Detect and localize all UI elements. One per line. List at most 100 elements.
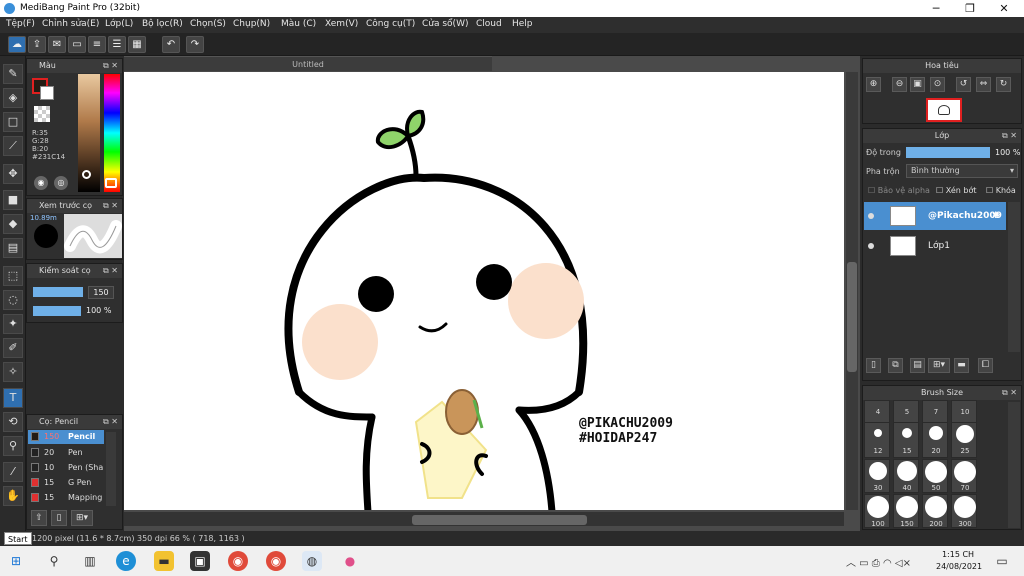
- clipping-checkbox[interactable]: ☐ Xén bớt: [936, 186, 976, 195]
- brush-size-cell[interactable]: 12: [864, 422, 890, 458]
- rotate-left-icon[interactable]: ↺: [956, 77, 971, 92]
- palette-add-icon[interactable]: ◎: [54, 176, 68, 190]
- gear-icon[interactable]: ✱: [992, 202, 1000, 230]
- menu-filter[interactable]: Bộ lọc(R): [142, 19, 183, 29]
- brush-add-icon[interactable]: ⇧: [31, 510, 47, 526]
- brush-size-cell[interactable]: 50: [922, 459, 948, 493]
- layer-list-scrollbar[interactable]: [1008, 202, 1020, 352]
- menu-help[interactable]: Help: [512, 19, 533, 29]
- paint-drop-icon[interactable]: ●: [340, 551, 360, 571]
- eye-icon[interactable]: [868, 213, 874, 219]
- hue-slider[interactable]: [104, 74, 120, 192]
- lock-checkbox[interactable]: ☐ Khóa: [986, 186, 1016, 195]
- brush-item-pen-shading[interactable]: 10 Pen (Sha: [28, 461, 104, 475]
- layer-opacity-slider[interactable]: [906, 147, 990, 158]
- brush-item-pencil[interactable]: 150 Pencil: [28, 430, 104, 444]
- new-layer-icon[interactable]: ▯: [866, 358, 881, 373]
- close-button[interactable]: ✕: [982, 0, 1024, 17]
- layer-row-pikachu2009[interactable]: @Pikachu2009 ✱: [864, 202, 1006, 230]
- brush-size-cell[interactable]: 40: [893, 459, 919, 493]
- brush-menu-icon[interactable]: ⊞▾: [71, 510, 93, 526]
- brush-tool-icon[interactable]: ✎: [3, 64, 23, 84]
- navigator-thumbnail[interactable]: [926, 98, 962, 122]
- task-view-icon[interactable]: ▥: [80, 551, 100, 571]
- blend-mode-select[interactable]: Bình thường ▾: [906, 164, 1018, 178]
- search-icon[interactable]: ⚲: [44, 551, 64, 571]
- brush-size-cell[interactable]: 25: [951, 422, 977, 458]
- brush-size-cell[interactable]: 70: [951, 459, 977, 493]
- page-icon[interactable]: ≡: [88, 36, 106, 53]
- lasso-tool-icon[interactable]: ◌: [3, 290, 23, 310]
- system-tray-icons[interactable]: ︿ ▭ ⎙ ◠ ◁×: [846, 554, 911, 569]
- grid-icon[interactable]: ▦: [128, 36, 146, 53]
- brush-new-icon[interactable]: ▯: [51, 510, 67, 526]
- panel-controls-icon[interactable]: ⧉ ✕: [103, 199, 118, 213]
- background-color-swatch[interactable]: [40, 86, 54, 100]
- hue-handle[interactable]: [105, 178, 117, 188]
- line-tool-icon[interactable]: ⟋: [3, 136, 23, 156]
- panel-controls-icon[interactable]: ⧉ ✕: [1002, 386, 1017, 400]
- windows-start-icon[interactable]: ⊞: [6, 551, 26, 571]
- chat-icon[interactable]: ▭: [68, 36, 86, 53]
- brush-size-cell[interactable]: 15: [893, 422, 919, 458]
- file-explorer-icon[interactable]: ▬: [154, 551, 174, 571]
- edge-browser-icon[interactable]: e: [116, 551, 136, 571]
- fill-rect-tool-icon[interactable]: ■: [3, 190, 23, 210]
- menu-window[interactable]: Cửa sổ(W): [422, 19, 468, 29]
- fit-icon[interactable]: ▣: [910, 77, 925, 92]
- brush-item-pen[interactable]: 20 Pen: [28, 446, 104, 460]
- brush-size-value[interactable]: 150: [88, 286, 114, 299]
- brush-size-cell[interactable]: 150: [893, 494, 919, 528]
- comment-icon[interactable]: ✉: [48, 36, 66, 53]
- canvas-vertical-scroll-thumb[interactable]: [847, 262, 857, 372]
- eraser-tool-icon[interactable]: ◈: [3, 88, 23, 108]
- menu-file[interactable]: Tệp(F): [6, 19, 35, 29]
- brush-size-cell[interactable]: 200: [922, 494, 948, 528]
- zoom-out-icon[interactable]: ⊖: [892, 77, 907, 92]
- clock[interactable]: 1:15 CH 24/08/2021: [936, 549, 982, 573]
- document-tab[interactable]: Untitled: [124, 56, 492, 71]
- brush-opacity-slider[interactable]: [33, 306, 81, 316]
- zoom-reset-icon[interactable]: ⊙: [930, 77, 945, 92]
- menu-color[interactable]: Màu (C): [281, 19, 316, 29]
- brush-list-scrollbar[interactable]: [106, 432, 116, 506]
- rotate-right-icon[interactable]: ↻: [996, 77, 1011, 92]
- brush-size-slider[interactable]: [33, 287, 83, 297]
- menu-select[interactable]: Chọn(S): [190, 19, 226, 29]
- transparent-color-swatch[interactable]: [34, 106, 50, 122]
- panel-controls-icon[interactable]: ⧉ ✕: [103, 264, 118, 278]
- chrome-profile-icon[interactable]: ◉: [266, 551, 286, 571]
- bucket-tool-icon[interactable]: ◆: [3, 214, 23, 234]
- panel-controls-icon[interactable]: ⧉ ✕: [103, 415, 118, 429]
- eyedropper-tool-icon[interactable]: ⚲: [3, 436, 23, 456]
- drawing-canvas[interactable]: @PIKACHU2009 #HOIDAP247: [124, 72, 844, 510]
- eye-icon[interactable]: [868, 243, 874, 249]
- brush-size-cell[interactable]: 100: [864, 494, 890, 528]
- folder-icon[interactable]: ▬: [954, 358, 969, 373]
- merge-layer-icon[interactable]: ⧠: [978, 358, 993, 373]
- operation-tool-icon[interactable]: ⟲: [3, 412, 23, 432]
- undo-icon[interactable]: ↶: [162, 36, 180, 53]
- zoom-in-icon[interactable]: ⊕: [866, 77, 881, 92]
- brush-size-cell[interactable]: 30: [864, 459, 890, 493]
- brush-size-cell[interactable]: 20: [922, 422, 948, 458]
- panel-controls-icon[interactable]: ⧉ ✕: [103, 59, 118, 73]
- medibang-icon[interactable]: ◍: [302, 551, 322, 571]
- duplicate-layer-icon[interactable]: ⧉: [888, 358, 903, 373]
- select-pen-icon[interactable]: ✐: [3, 338, 23, 358]
- color-picker-handle[interactable]: [82, 170, 91, 179]
- select-eraser-icon[interactable]: ✧: [3, 362, 23, 382]
- protect-alpha-checkbox[interactable]: ☐ Bảo vệ alpha: [868, 186, 930, 195]
- brush-size-scrollbar[interactable]: [1008, 402, 1020, 528]
- flip-icon[interactable]: ⇔: [976, 77, 991, 92]
- menu-view[interactable]: Xem(V): [325, 19, 358, 29]
- magic-wand-icon[interactable]: ✦: [3, 314, 23, 334]
- dropper-tool-icon[interactable]: ⁄: [3, 462, 23, 482]
- hand-tool-icon[interactable]: ✋: [3, 486, 23, 506]
- share-icon[interactable]: ⇪: [28, 36, 46, 53]
- layer-props-icon[interactable]: ▤: [910, 358, 925, 373]
- layer-row-lop1[interactable]: Lớp1: [864, 232, 1006, 260]
- menu-layer[interactable]: Lớp(L): [105, 19, 133, 29]
- brush-item-gpen[interactable]: 15 G Pen: [28, 476, 104, 490]
- brush-size-cell[interactable]: 300: [951, 494, 977, 528]
